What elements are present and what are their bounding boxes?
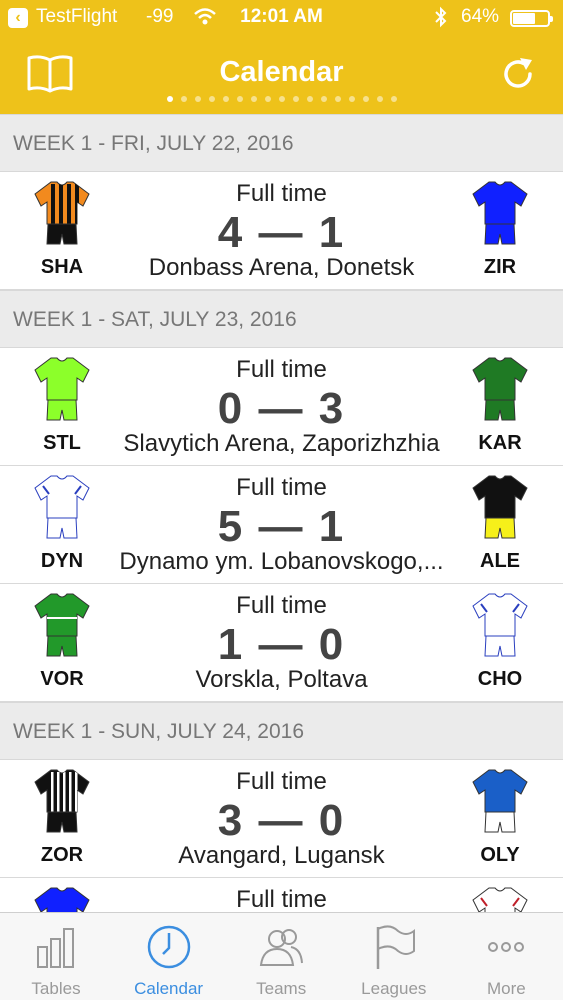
- page-dot[interactable]: [348, 96, 355, 102]
- page-dot[interactable]: [222, 96, 229, 102]
- match-row[interactable]: STL Full time 0 — 3 Slavytich Arena, Zap…: [0, 348, 563, 466]
- page-indicator[interactable]: [0, 96, 563, 102]
- battery-icon: [510, 10, 553, 27]
- page-dot[interactable]: [292, 96, 299, 102]
- tab-label: Teams: [256, 979, 307, 998]
- page-dot[interactable]: [306, 96, 313, 102]
- flag-icon: [376, 925, 415, 969]
- page-dot[interactable]: [166, 96, 173, 102]
- match-row[interactable]: SHA Full time 4 — 1 Donbass Arena, Donet…: [0, 172, 563, 290]
- page-dot[interactable]: [250, 96, 257, 102]
- navigation-bar: Calendar: [0, 36, 563, 114]
- page-dot[interactable]: [236, 96, 243, 102]
- page-dot[interactable]: [278, 96, 285, 102]
- home-team-abbr: STL: [43, 432, 81, 454]
- bluetooth-icon: [433, 6, 449, 34]
- match-list[interactable]: WEEK 1 - FRI, JULY 22, 2016 SHA Full tim…: [0, 114, 563, 912]
- page-dot[interactable]: [376, 96, 383, 102]
- away-team[interactable]: KAR: [462, 354, 538, 455]
- section-header: WEEK 1 - SAT, JULY 23, 2016: [0, 290, 563, 348]
- refresh-icon[interactable]: [498, 54, 538, 94]
- people-icon: [260, 929, 304, 966]
- match-row[interactable]: DYN Full time 5 — 1 Dynamo ym. Lobanovsk…: [0, 466, 563, 584]
- status-bar: ‹ TestFlight -99 12:01 AM 64%: [0, 0, 563, 36]
- page-dot[interactable]: [264, 96, 271, 102]
- away-team[interactable]: ALE: [462, 472, 538, 573]
- tab-label: Tables: [31, 979, 81, 998]
- match-row[interactable]: VOR Full time 1 — 0 Vorskla, Poltava CHO: [0, 584, 563, 702]
- tab-calendar[interactable]: Calendar: [113, 913, 225, 1000]
- match-venue: Slavytich Arena, Zaporizhzhia: [123, 430, 440, 457]
- away-team[interactable]: CHO: [462, 590, 538, 691]
- away-team-abbr: CHO: [477, 668, 523, 690]
- home-team-abbr: DYN: [40, 550, 84, 572]
- match-venue: Avangard, Lugansk: [178, 842, 385, 869]
- home-team-abbr: SHA: [40, 256, 84, 278]
- tab-label: More: [487, 979, 526, 998]
- away-team[interactable]: OLY: [462, 766, 538, 867]
- battery-percent: 64%: [461, 6, 500, 27]
- bar-chart-icon: [37, 928, 74, 968]
- away-team[interactable]: ZIR: [462, 178, 538, 279]
- jersey-icon: [462, 884, 538, 912]
- page-dot[interactable]: [194, 96, 201, 102]
- tab-more[interactable]: More: [450, 913, 562, 1000]
- page-dot[interactable]: [390, 96, 397, 102]
- page-dot[interactable]: [334, 96, 341, 102]
- home-team-abbr: VOR: [40, 668, 84, 690]
- match-venue: Vorskla, Poltava: [195, 666, 368, 693]
- home-team-abbr: ZOR: [40, 844, 84, 866]
- away-team-abbr: OLY: [480, 844, 520, 866]
- jersey-icon: [462, 178, 538, 248]
- jersey-icon: [462, 472, 538, 542]
- tab-tables[interactable]: Tables: [0, 913, 112, 1000]
- section-header: WEEK 1 - FRI, JULY 22, 2016: [0, 114, 563, 172]
- page-dot[interactable]: [362, 96, 369, 102]
- match-row[interactable]: ZOR Full time 3 — 0 Avangard, Lugansk OL…: [0, 760, 563, 878]
- section-header: WEEK 1 - SUN, JULY 24, 2016: [0, 702, 563, 760]
- top-header: ‹ TestFlight -99 12:01 AM 64% Calendar: [0, 0, 563, 114]
- page-dot[interactable]: [208, 96, 215, 102]
- match-row[interactable]: Full time: [0, 878, 563, 912]
- clock-icon: [147, 925, 190, 969]
- tab-teams[interactable]: Teams: [225, 913, 337, 1000]
- jersey-icon: [462, 766, 538, 836]
- page-dot[interactable]: [320, 96, 327, 102]
- away-team-abbr: KAR: [478, 432, 522, 454]
- tab-label: Calendar: [134, 979, 204, 998]
- jersey-icon: [462, 354, 538, 424]
- page-title: Calendar: [219, 56, 344, 88]
- tab-leagues[interactable]: Leagues: [338, 913, 450, 1000]
- more-dots-icon: [488, 942, 525, 952]
- away-team-abbr: ALE: [480, 550, 520, 572]
- page-dot[interactable]: [180, 96, 187, 102]
- tab-bar: Tables Calendar Teams Leagues More: [0, 912, 563, 1000]
- jersey-icon: [462, 590, 538, 660]
- away-team[interactable]: [462, 884, 538, 912]
- match-venue: Donbass Arena, Donetsk: [148, 254, 415, 281]
- away-team-abbr: ZIR: [483, 256, 517, 278]
- match-venue: Dynamo ym. Lobanovskogo,...: [119, 548, 444, 575]
- tab-label: Leagues: [361, 979, 427, 998]
